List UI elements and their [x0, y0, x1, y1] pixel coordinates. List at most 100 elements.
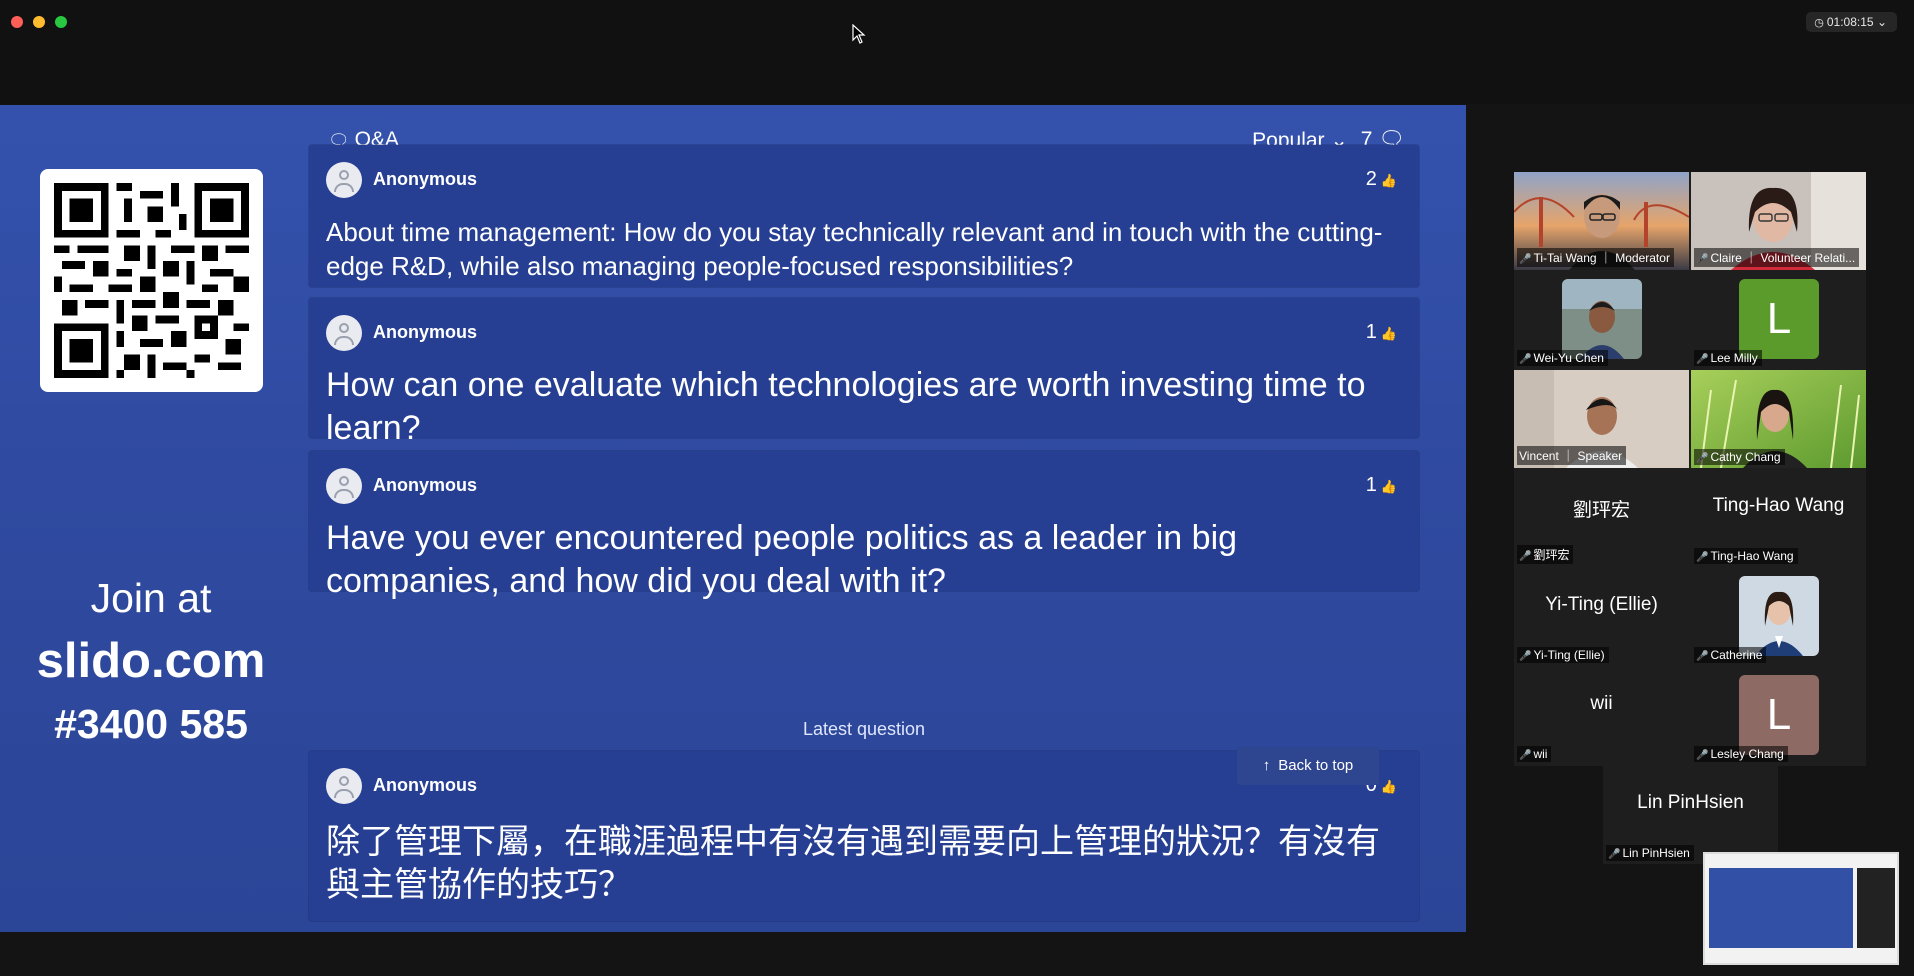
join-url: slido.com	[36, 634, 266, 688]
participant-gallery: 🎤 Ti-Tai Wang ｜ Moderator 🎤 Claire ｜ Volun…	[1514, 172, 1866, 766]
participant-name: 🎤 Lesley Chang	[1694, 746, 1788, 762]
participant-name: 🎤 劉玶宏	[1517, 545, 1574, 564]
muted-mic-icon: 🎤	[1696, 354, 1709, 365]
participant-name-text: Ting-Hao Wang	[1710, 549, 1794, 563]
participant-name: 🎤 Cathy Chang	[1694, 449, 1785, 465]
participant-tile[interactable]: 🎤 Wei-Yu Chen	[1514, 271, 1689, 369]
participant-name-text: Lin PinHsien	[1622, 846, 1690, 860]
participant-tile[interactable]: L 🎤 Lee Milly	[1691, 271, 1866, 369]
muted-mic-icon: 🎤	[1696, 254, 1709, 265]
participant-tile[interactable]: 🎤 Claire ｜ Volunteer Relati...	[1691, 172, 1866, 270]
participant-name-text: Wei-Yu Chen	[1533, 351, 1604, 365]
chevron-down-icon: ⌄	[1876, 15, 1887, 29]
participant-name: 🎤 Yi-Ting (Ellie)	[1517, 647, 1609, 663]
anonymous-avatar-icon	[326, 315, 362, 351]
participant-photo	[1739, 576, 1819, 656]
participant-display-name: Yi-Ting (Ellie)	[1545, 594, 1658, 615]
muted-mic-icon: 🎤	[1519, 254, 1532, 265]
participant-name-text: wii	[1533, 747, 1548, 761]
muted-mic-icon: 🎤	[1696, 552, 1709, 563]
muted-mic-icon: 🎤	[1696, 651, 1709, 662]
participant-name-text: Ti-Tai Wang ｜ Moderator	[1533, 251, 1670, 265]
question-author: Anonymous	[373, 322, 478, 342]
participant-name: Vincent ｜ Speaker	[1517, 446, 1627, 465]
participant-name: 🎤 wii	[1517, 746, 1552, 762]
muted-mic-icon: 🎤	[1608, 849, 1621, 860]
timer-value: 01:08:15	[1826, 15, 1874, 29]
window-titlebar: ◷ 01:08:15 ⌄	[0, 0, 1914, 104]
participant-name: 🎤 Lin PinHsien	[1606, 845, 1694, 861]
like-count: 1	[1365, 321, 1377, 343]
participant-tile[interactable]: L 🎤 Lesley Chang	[1691, 667, 1866, 765]
question-card: Anonymous 2 👍 About time management: How …	[309, 145, 1419, 287]
question-card: Anonymous 1 👍 How can one evaluate which …	[309, 298, 1419, 447]
participant-name-text: Vincent ｜ Speaker	[1519, 449, 1623, 463]
back-to-top-button[interactable]: ↑ Back to top	[1237, 747, 1379, 785]
participant-name-text: Claire ｜ Volunteer Relati...	[1710, 251, 1856, 265]
participant-name-text: 劉玶宏	[1533, 548, 1570, 562]
avatar-letter: L	[1739, 279, 1819, 359]
participant-tile[interactable]: 🎤 Catherine	[1691, 568, 1866, 666]
like-button[interactable]: 1 👍	[1366, 321, 1397, 344]
muted-mic-icon: 🎤	[1519, 651, 1532, 662]
participant-name: 🎤 Ting-Hao Wang	[1694, 548, 1798, 564]
participant-tile[interactable]: 劉玶宏 🎤 劉玶宏	[1514, 469, 1689, 567]
participant-tile[interactable]: 🎤 Cathy Chang	[1691, 370, 1866, 468]
back-to-top-label: Back to top	[1278, 757, 1354, 774]
arrow-up-icon: ↑	[1262, 757, 1271, 774]
question-text: How can one evaluate which technologies …	[326, 366, 1366, 447]
thumbnail-gallery-preview	[1857, 868, 1895, 948]
participant-name: 🎤 Lee Milly	[1694, 350, 1762, 366]
like-button[interactable]: 2 👍	[1366, 168, 1397, 191]
participant-tile[interactable]: 🎤 Ti-Tai Wang ｜ Moderator	[1514, 172, 1689, 270]
minimize-window-button[interactable]	[33, 16, 45, 28]
anonymous-avatar-icon	[326, 162, 362, 198]
participant-name-text: Catherine	[1710, 648, 1763, 662]
participant-tile[interactable]: wii 🎤 wii	[1514, 667, 1689, 765]
participant-display-name: Lin PinHsien	[1637, 792, 1744, 813]
muted-mic-icon: 🎤	[1696, 453, 1709, 464]
shared-screen-slido: Join at slido.com #3400 585 🗨 Q&A Popular…	[0, 105, 1466, 932]
participant-tile[interactable]: Ting-Hao Wang 🎤 Ting-Hao Wang	[1691, 469, 1866, 567]
qr-code-image	[54, 183, 249, 378]
question-author: Anonymous	[373, 475, 478, 495]
clock-icon: ◷	[1814, 17, 1824, 29]
latest-question-label: Latest question	[802, 719, 926, 739]
event-code: #3400 585	[54, 701, 248, 747]
participant-display-name: Ting-Hao Wang	[1712, 495, 1845, 516]
participant-name: 🎤 Ti-Tai Wang ｜ Moderator	[1517, 248, 1674, 267]
thumbs-up-icon: 👍	[1380, 173, 1397, 188]
participant-name: 🎤 Wei-Yu Chen	[1517, 350, 1608, 366]
like-count: 2	[1365, 168, 1377, 190]
participant-tile-active-speaker[interactable]: Vincent ｜ Speaker	[1514, 370, 1689, 468]
like-button[interactable]: 1 👍	[1366, 474, 1397, 497]
muted-mic-icon: 🎤	[1519, 551, 1532, 562]
participant-tile[interactable]: Yi-Ting (Ellie) 🎤 Yi-Ting (Ellie)	[1514, 568, 1689, 666]
fullscreen-window-button[interactable]	[55, 16, 67, 28]
muted-mic-icon: 🎤	[1519, 750, 1532, 761]
screen-share-thumbnail[interactable]	[1703, 852, 1899, 965]
close-window-button[interactable]	[11, 16, 23, 28]
question-text: 除了管理下屬，在職涯過程中有沒有遇到需要向上管理的狀況？有沒有與主管協作的技巧？	[326, 823, 1380, 904]
thumbs-up-icon: 👍	[1380, 326, 1397, 341]
avatar-letter: L	[1739, 675, 1819, 755]
participant-name-text: Yi-Ting (Ellie)	[1533, 648, 1605, 662]
anonymous-avatar-icon	[326, 468, 362, 504]
participant-name: 🎤 Catherine	[1694, 647, 1767, 663]
thumbs-up-icon: 👍	[1380, 779, 1397, 794]
thumbs-up-icon: 👍	[1380, 479, 1397, 494]
question-text: Have you ever encountered people politic…	[326, 519, 1238, 600]
mouse-pointer-icon	[852, 24, 866, 44]
participant-display-name: wii	[1590, 693, 1613, 714]
participant-tile[interactable]: Lin PinHsien 🎤 Lin PinHsien	[1603, 766, 1778, 864]
participant-name: 🎤 Claire ｜ Volunteer Relati...	[1694, 248, 1860, 267]
participant-display-name: 劉玶宏	[1572, 500, 1630, 521]
question-text: About time management: How do you stay t…	[326, 217, 1383, 281]
anonymous-avatar-icon	[326, 768, 362, 804]
thumbnail-slido-preview	[1709, 868, 1853, 948]
question-card: Anonymous 1 👍 Have you ever encountered p…	[309, 451, 1419, 600]
question-author: Anonymous	[373, 775, 478, 795]
meeting-timer[interactable]: ◷ 01:08:15 ⌄	[1806, 12, 1897, 32]
join-prefix: Join at	[90, 575, 212, 621]
qr-code-card	[40, 169, 263, 392]
